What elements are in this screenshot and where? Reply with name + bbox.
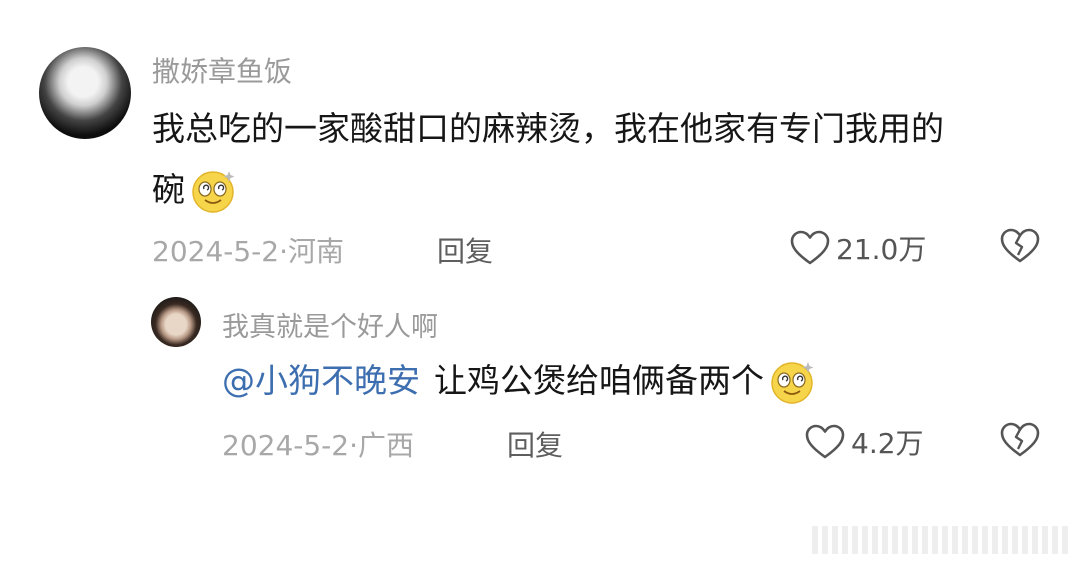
reply-meta: 2024-5-2·广西 <box>222 429 414 462</box>
reply-like-button[interactable]: 4.2万 <box>805 422 924 462</box>
reply-username[interactable]: 我真就是个好人啊 <box>222 305 438 344</box>
mention-link[interactable]: @小狗不晚安 <box>222 349 420 413</box>
broken-heart-icon <box>1000 422 1040 457</box>
reply-dislike-button[interactable] <box>1000 422 1040 462</box>
heart-icon <box>790 230 830 265</box>
comment-text-line1: 我总吃的一家酸甜口的麻辣烫，我在他家有专门我用的 <box>152 109 944 148</box>
dizzy-smile-emoji-icon <box>189 165 239 215</box>
heart-icon <box>805 424 845 459</box>
comment-username[interactable]: 撒娇章鱼饭 <box>152 50 292 90</box>
watermark <box>812 526 1070 554</box>
avatar[interactable] <box>39 47 131 139</box>
like-count: 21.0万 <box>836 233 927 266</box>
reply-text: 让鸡公煲给咱俩备两个 <box>434 361 764 400</box>
comment-text-line2-row: 碗 <box>152 158 239 222</box>
reply-like-count: 4.2万 <box>851 427 924 460</box>
reply-avatar[interactable] <box>151 297 201 347</box>
reply-reply-button[interactable]: 回复 <box>507 424 563 464</box>
dislike-button[interactable] <box>1000 228 1040 268</box>
dizzy-smile-emoji-icon <box>768 356 818 406</box>
reply-button[interactable]: 回复 <box>437 230 493 270</box>
like-button[interactable]: 21.0万 <box>790 228 926 268</box>
comment-meta: 2024-5-2·河南 <box>152 235 344 268</box>
broken-heart-icon <box>1000 228 1040 263</box>
comment-text-line2: 碗 <box>152 170 185 209</box>
reply-text-row: @小狗不晚安 让鸡公煲给咱俩备两个 <box>222 349 818 413</box>
